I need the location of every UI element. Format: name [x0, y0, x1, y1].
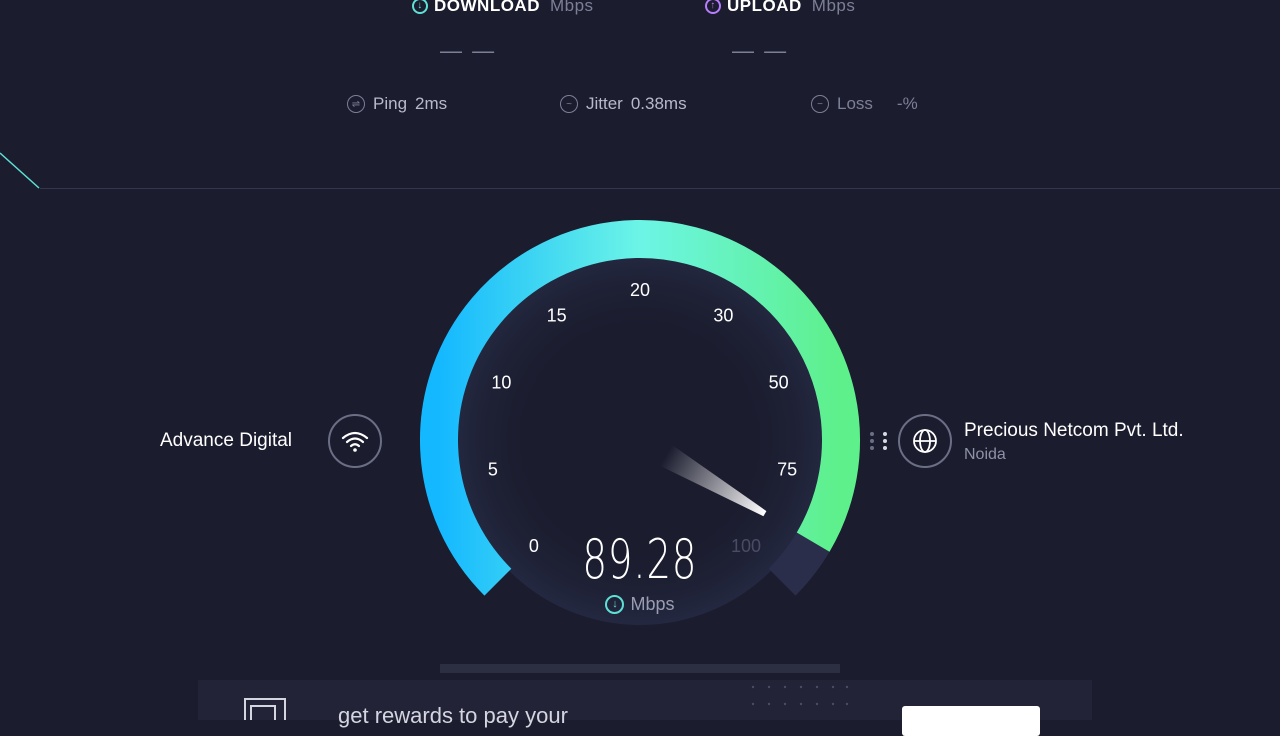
card-icon: [244, 698, 286, 720]
gauge-tick-label: 20: [630, 280, 650, 300]
speed-value: 89.28: [582, 528, 698, 591]
gauge-tick-label: 50: [769, 373, 789, 393]
banner-dots-decoration: [751, 685, 849, 706]
gauge-tick-label: 15: [547, 305, 567, 325]
progress-track: [440, 664, 840, 673]
speed-unit-row: ↓ Mbps: [540, 594, 740, 615]
speed-readout: 89.28: [540, 528, 740, 591]
gauge-tick-label: 30: [713, 305, 733, 325]
speed-unit: Mbps: [630, 594, 675, 614]
gauge-tick-label: 0: [529, 536, 539, 556]
download-icon: ↓: [605, 595, 625, 614]
banner-text: get rewards to pay your: [338, 703, 568, 728]
gauge-tick-label: 10: [491, 373, 511, 393]
gauge-tick-label: 75: [777, 459, 797, 479]
gauge-tick-label: 5: [488, 459, 498, 479]
banner-button[interactable]: [902, 706, 1040, 736]
